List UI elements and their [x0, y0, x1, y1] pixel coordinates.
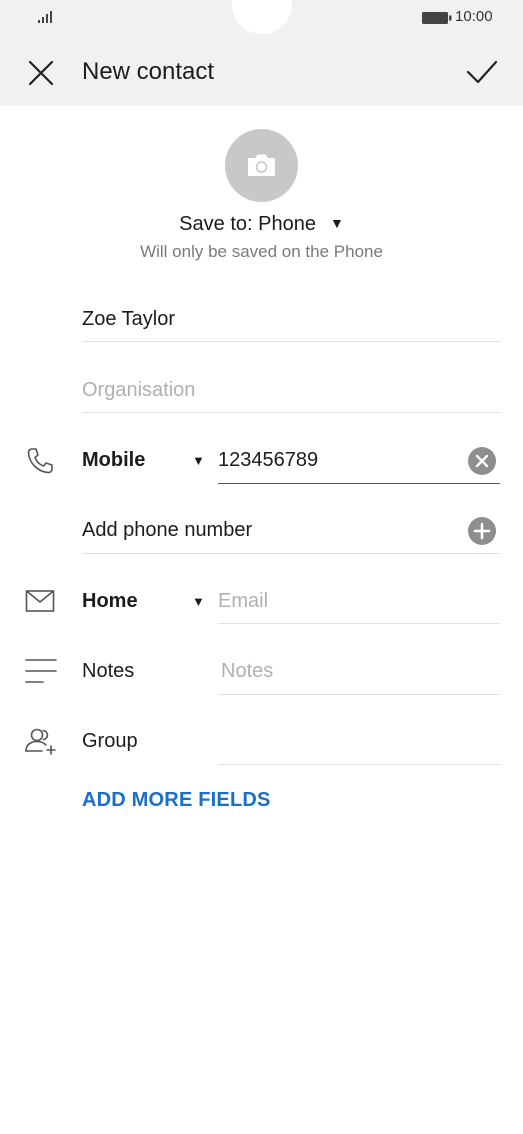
phone-icon [27, 448, 53, 474]
status-time: 10:00 [455, 8, 493, 25]
save-check-icon[interactable] [465, 57, 499, 87]
group-icon [25, 728, 56, 755]
phone-type-caret-icon[interactable]: ▼ [192, 453, 205, 468]
clear-icon[interactable] [467, 446, 497, 476]
add-more-fields-button[interactable]: ADD MORE FIELDS [82, 789, 271, 812]
contact-photo-button[interactable] [225, 129, 298, 202]
email-type-selector[interactable]: Home [82, 590, 138, 613]
notes-divider [218, 694, 500, 695]
name-field[interactable]: Zoe Taylor [82, 308, 175, 331]
add-phone-divider [82, 553, 500, 554]
email-input[interactable]: Email [218, 590, 268, 613]
phone-input-underline [218, 483, 500, 484]
group-selector[interactable] [218, 764, 500, 765]
group-label: Group [82, 730, 138, 752]
organisation-field[interactable]: Organisation [82, 379, 195, 402]
page-title: New contact [82, 58, 215, 85]
dropdown-caret-icon: ▼ [329, 215, 344, 231]
battery-icon [422, 12, 452, 24]
add-phone-number-button[interactable]: Add phone number [82, 519, 252, 542]
organisation-divider [82, 412, 500, 413]
top-app-bar: 10:00 New contact [0, 0, 523, 106]
email-divider [218, 623, 500, 624]
notes-input[interactable]: Notes [221, 660, 273, 683]
save-to-label: Save to: Phone [179, 213, 316, 235]
close-icon[interactable] [26, 58, 56, 88]
save-to-dropdown[interactable]: Save to: Phone ▼ [0, 213, 523, 236]
add-icon[interactable] [467, 516, 497, 546]
camera-icon [248, 154, 275, 176]
phone-type-selector[interactable]: Mobile [82, 449, 145, 472]
email-icon [25, 590, 55, 612]
name-divider [82, 341, 500, 342]
notes-label: Notes [82, 660, 135, 682]
phone-number-input[interactable]: 123456789 [218, 449, 318, 472]
email-type-caret-icon[interactable]: ▼ [192, 594, 205, 609]
signal-icon [38, 11, 52, 23]
save-to-hint: Will only be saved on the Phone [140, 242, 383, 261]
notes-icon [25, 659, 57, 683]
camera-notch [232, 0, 292, 34]
